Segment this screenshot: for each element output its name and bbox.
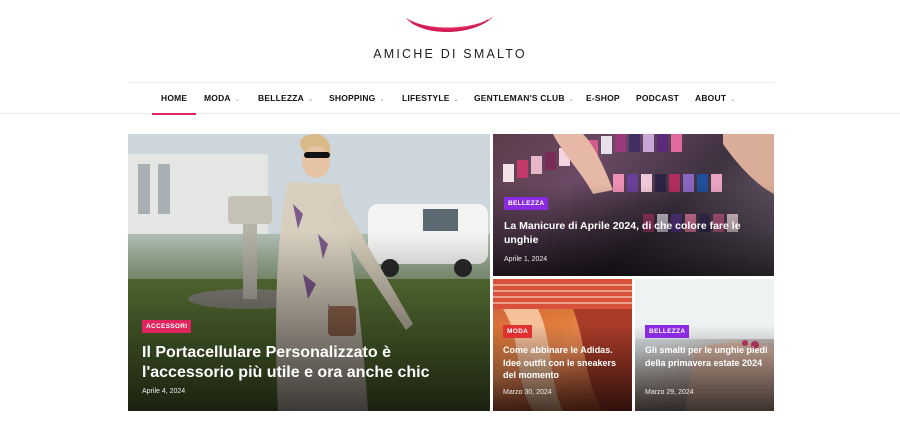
nav-item-lifestyle[interactable]: LIFESTYLE ⌄ — [402, 83, 459, 114]
nav-item-home[interactable]: HOME — [151, 83, 197, 115]
post-title[interactable]: Gli smalti per le unghie piedi della pri… — [645, 344, 771, 369]
post-date: Aprile 4, 2024 — [142, 388, 186, 395]
category-badge[interactable]: BELLEZZA — [504, 197, 549, 210]
nav-item-gentlemans-club[interactable]: GENTLEMAN'S CLUB ⌄ — [474, 83, 574, 114]
chevron-down-icon: ⌄ — [234, 97, 241, 103]
post-date: Marzo 30, 2024 — [503, 389, 552, 396]
main-navigation: HOME MODA ⌄ BELLEZZA ⌄ SHOPPING ⌄ LIFESTYLE… — [128, 82, 774, 115]
nav-item-shopping[interactable]: SHOPPING ⌄ — [329, 83, 385, 114]
category-badge[interactable]: BELLEZZA — [645, 325, 690, 338]
featured-post-bottom-right[interactable]: BELLEZZA Gli smalti per le unghie piedi … — [635, 279, 774, 411]
featured-post-top-right[interactable]: BELLEZZA La Manicure di Aprile 2024, di … — [493, 134, 774, 276]
chevron-down-icon: ⌄ — [730, 97, 736, 103]
chevron-down-icon: ⌄ — [568, 97, 574, 103]
site-logo[interactable]: AMICHE DI SMALTO — [0, 0, 900, 80]
nav-item-bellezza[interactable]: BELLEZZA ⌄ — [258, 83, 313, 114]
featured-post-bottom-left[interactable]: MODA Come abbinare le Adidas. Idee outfi… — [493, 279, 632, 411]
post-title[interactable]: Il Portacellulare Personalizzato è l'acc… — [142, 343, 432, 383]
nav-item-podcast[interactable]: PODCAST — [636, 83, 679, 114]
post-title[interactable]: La Manicure di Aprile 2024, di che color… — [504, 219, 764, 247]
category-badge[interactable]: ACCESSORI — [142, 320, 192, 333]
logo-text: AMICHE DI SMALTO — [373, 47, 527, 61]
featured-post-main[interactable]: ACCESSORI Il Portacellulare Personalizza… — [128, 134, 490, 411]
post-date: Aprile 1, 2024 — [504, 256, 548, 263]
chevron-down-icon: ⌄ — [453, 97, 459, 103]
logo-swoosh-icon — [406, 16, 494, 32]
nav-item-moda[interactable]: MODA ⌄ — [204, 83, 240, 114]
nav-item-about[interactable]: ABOUT ⌄ — [695, 83, 735, 114]
chevron-down-icon: ⌄ — [379, 97, 385, 103]
post-date: Marzo 29, 2024 — [645, 389, 694, 396]
nav-item-e-shop[interactable]: E-SHOP — [586, 83, 620, 114]
category-badge[interactable]: MODA — [503, 325, 533, 338]
chevron-down-icon: ⌄ — [307, 97, 314, 103]
post-title[interactable]: Come abbinare le Adidas. Idee outfit con… — [503, 344, 629, 382]
